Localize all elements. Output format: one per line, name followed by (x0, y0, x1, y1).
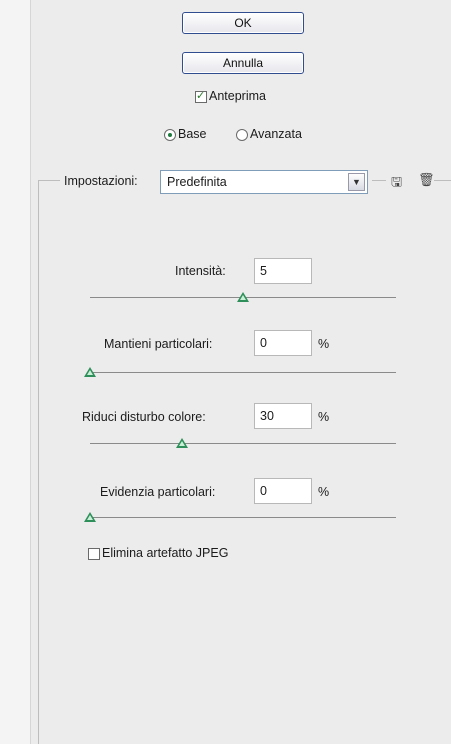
preserve-details-unit: % (318, 337, 330, 351)
group-border (372, 180, 386, 181)
settings-value: Predefinita (167, 175, 227, 189)
reduce-color-noise-input[interactable]: 30 (254, 403, 312, 429)
group-border (38, 180, 60, 181)
remove-jpeg-artifact-label: Elimina artefatto JPEG (102, 546, 229, 560)
cancel-button[interactable]: Annulla (182, 52, 304, 74)
preserve-details-slider-thumb[interactable] (84, 367, 96, 377)
reduce-color-noise-unit: % (318, 410, 330, 424)
preserve-details-input[interactable]: 0 (254, 330, 312, 356)
group-border (38, 180, 39, 744)
intensity-label: Intensità: (175, 264, 226, 278)
delete-settings-icon[interactable]: 🗑 (418, 172, 435, 188)
group-border (434, 180, 451, 181)
sharpen-details-slider-track[interactable] (90, 517, 396, 518)
sharpen-details-unit: % (318, 485, 330, 499)
preserve-details-slider-track[interactable] (90, 372, 396, 373)
sharpen-details-slider-thumb[interactable] (84, 512, 96, 522)
advanced-label: Avanzata (250, 127, 302, 141)
basic-radio[interactable] (164, 129, 176, 141)
basic-label: Base (178, 127, 207, 141)
remove-jpeg-artifact-checkbox[interactable] (88, 548, 100, 560)
chevron-down-icon[interactable]: ▼ (348, 173, 365, 191)
reduce-color-noise-slider-thumb[interactable] (175, 438, 188, 448)
ok-button[interactable]: OK (182, 12, 304, 34)
left-panel-divider (30, 0, 31, 744)
intensity-slider-thumb[interactable] (237, 292, 249, 302)
reduce-color-noise-slider-track[interactable] (90, 443, 396, 444)
settings-select[interactable]: Predefinita ▼ (160, 170, 368, 194)
left-panel-strip (0, 0, 30, 744)
preview-label: Anteprima (209, 89, 266, 103)
reduce-color-noise-label: Riduci disturbo colore: (82, 410, 206, 424)
preview-checkbox[interactable] (195, 89, 207, 103)
sharpen-details-input[interactable]: 0 (254, 478, 312, 504)
save-settings-icon[interactable]: 🖫 (391, 173, 402, 195)
intensity-input[interactable]: 5 (254, 258, 312, 284)
advanced-radio[interactable] (236, 129, 248, 141)
preserve-details-label: Mantieni particolari: (104, 337, 213, 351)
sharpen-details-label: Evidenzia particolari: (100, 485, 216, 499)
settings-label: Impostazioni: (64, 174, 138, 188)
